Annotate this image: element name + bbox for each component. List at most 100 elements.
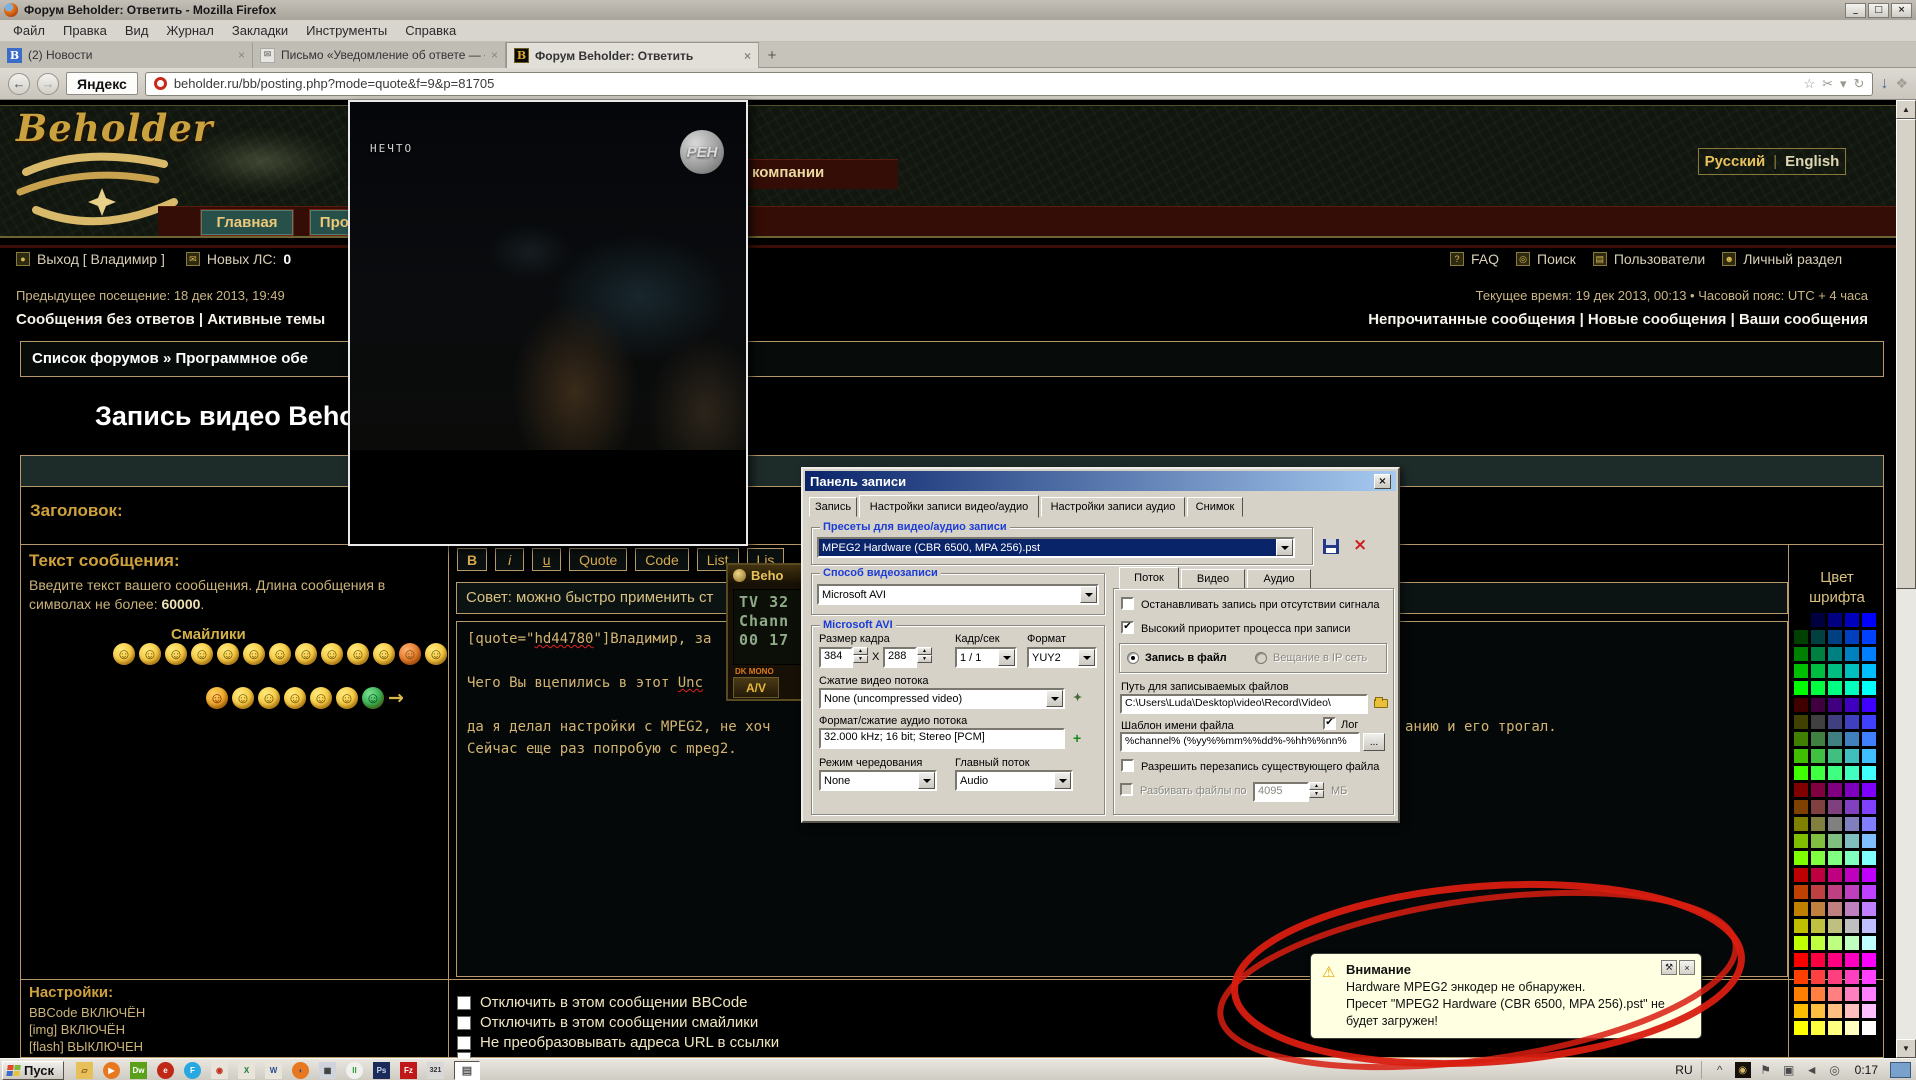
smiley-rolleyes[interactable]: ☺ xyxy=(373,643,395,665)
smiley-whistle[interactable]: ☺ xyxy=(284,687,306,709)
color-swatch[interactable] xyxy=(1811,664,1825,678)
color-swatch[interactable] xyxy=(1811,766,1825,780)
network-icon[interactable]: ▣ xyxy=(1781,1062,1797,1078)
color-swatch[interactable] xyxy=(1845,664,1859,678)
color-swatch[interactable] xyxy=(1794,902,1808,916)
video-compression-settings-icon[interactable]: ✦ xyxy=(1073,691,1082,704)
bookmark-star-icon[interactable]: ☆ xyxy=(1803,76,1815,92)
eye-app-icon[interactable]: ◉ xyxy=(211,1062,228,1079)
fps-combo[interactable]: 1 / 1 xyxy=(955,647,1017,668)
color-swatch[interactable] xyxy=(1828,936,1842,950)
color-swatch[interactable] xyxy=(1845,800,1859,814)
color-swatch[interactable] xyxy=(1794,630,1808,644)
color-swatch[interactable] xyxy=(1862,868,1876,882)
main-stream-combo[interactable]: Audio xyxy=(955,770,1073,791)
color-swatch[interactable] xyxy=(1794,885,1808,899)
smiley-evil[interactable]: ☺ xyxy=(425,643,447,665)
chevron-icon[interactable]: ^ xyxy=(1712,1062,1728,1078)
color-swatch[interactable] xyxy=(1845,766,1859,780)
tuner-av-button[interactable]: A/V xyxy=(733,677,779,698)
log-checkbox[interactable] xyxy=(1323,717,1336,730)
method-combo[interactable]: Microsoft AVI xyxy=(817,584,1099,605)
red-app-icon[interactable]: e xyxy=(157,1062,174,1079)
show-desktop-button[interactable] xyxy=(1890,1062,1911,1078)
color-swatch[interactable] xyxy=(1862,1004,1876,1018)
menu-item[interactable]: Правка xyxy=(54,21,116,40)
color-swatch[interactable] xyxy=(1811,834,1825,848)
color-swatch[interactable] xyxy=(1845,953,1859,967)
color-swatch[interactable] xyxy=(1862,953,1876,967)
color-swatch[interactable] xyxy=(1811,613,1825,627)
media-classic-icon[interactable]: 321 xyxy=(427,1062,444,1079)
color-swatch[interactable] xyxy=(1828,953,1842,967)
video-player-window[interactable]: НЕЧТО РЕН xyxy=(348,100,748,546)
smiley-cool[interactable]: ☺ xyxy=(347,643,369,665)
color-swatch[interactable] xyxy=(1794,987,1808,1001)
right-links[interactable]: Непрочитанные сообщения | Новые сообщени… xyxy=(1368,311,1868,328)
color-swatch[interactable] xyxy=(1811,851,1825,865)
pm-link[interactable]: Новых ЛС: xyxy=(207,251,276,267)
color-swatch[interactable] xyxy=(1828,902,1842,916)
dialog-close-button[interactable]: × xyxy=(1374,474,1391,489)
lang-english[interactable]: English xyxy=(1785,153,1839,170)
color-swatch[interactable] xyxy=(1794,919,1808,933)
color-swatch[interactable] xyxy=(1811,715,1825,729)
volume-icon[interactable]: ◄ xyxy=(1804,1062,1820,1078)
logout-link[interactable]: Выход [ Владимир ] xyxy=(37,251,165,267)
reader-icon[interactable]: ✂ xyxy=(1822,76,1833,92)
broadcast-ip-radio[interactable] xyxy=(1255,652,1267,664)
color-swatch[interactable] xyxy=(1794,953,1808,967)
checkbox-icon[interactable] xyxy=(457,1016,471,1030)
color-swatch[interactable] xyxy=(1794,817,1808,831)
arrow-smiley[interactable]: → xyxy=(388,687,404,709)
color-swatch[interactable] xyxy=(1794,834,1808,848)
split-size-field[interactable]: 4095 xyxy=(1253,782,1309,802)
color-swatch[interactable] xyxy=(1828,987,1842,1001)
color-swatch[interactable] xyxy=(1862,647,1876,661)
color-swatch[interactable] xyxy=(1862,834,1876,848)
color-swatch[interactable] xyxy=(1811,1004,1825,1018)
color-swatch[interactable] xyxy=(1828,715,1842,729)
color-swatch[interactable] xyxy=(1828,613,1842,627)
smiley-blush[interactable]: ☺ xyxy=(165,643,187,665)
page-scrollbar[interactable]: ▲ ▼ xyxy=(1896,100,1916,1058)
smiley-smile[interactable]: ☺ xyxy=(113,643,135,665)
color-swatch[interactable] xyxy=(1811,936,1825,950)
balloon-close-icon[interactable]: × xyxy=(1679,960,1695,975)
tab-record[interactable]: Запись xyxy=(809,497,857,517)
color-swatch[interactable] xyxy=(1862,749,1876,763)
format-combo[interactable]: YUY2 xyxy=(1027,647,1097,668)
smiley-eek[interactable]: ☺ xyxy=(269,643,291,665)
color-swatch[interactable] xyxy=(1828,970,1842,984)
color-swatch[interactable] xyxy=(1811,817,1825,831)
notepad-icon[interactable]: ▤ xyxy=(454,1061,480,1080)
color-swatch[interactable] xyxy=(1862,919,1876,933)
color-swatch[interactable] xyxy=(1811,987,1825,1001)
preset-combo-arrow[interactable] xyxy=(1276,539,1293,556)
maximize-button[interactable]: □ xyxy=(1868,3,1889,18)
color-swatch[interactable] xyxy=(1845,681,1859,695)
breadcrumb[interactable]: Список форумов » Программное обе xyxy=(20,341,1884,377)
lang-russian[interactable]: Русский xyxy=(1705,153,1766,170)
filename-template-field[interactable]: %channel% (%yy%%mm%%dd%-%hh%%nn% xyxy=(1120,732,1360,752)
record-path-field[interactable]: C:\Users\Luda\Desktop\video\Record\Video… xyxy=(1120,694,1368,714)
color-swatch[interactable] xyxy=(1862,1021,1876,1035)
color-swatch[interactable] xyxy=(1845,732,1859,746)
menu-item[interactable]: Файл xyxy=(4,21,54,40)
stop-on-no-signal-checkbox[interactable] xyxy=(1121,597,1134,610)
color-swatch[interactable] xyxy=(1794,970,1808,984)
color-swatch[interactable] xyxy=(1811,919,1825,933)
color-swatch[interactable] xyxy=(1845,783,1859,797)
url-field[interactable]: beholder.ru/bb/posting.php?mode=quote&f=… xyxy=(145,72,1874,96)
color-swatch[interactable] xyxy=(1862,970,1876,984)
audio-format-field[interactable]: 32.000 kHz; 16 bit; Stereo [PCM] xyxy=(819,728,1065,749)
new-tab-button[interactable]: + xyxy=(759,42,785,68)
color-swatch[interactable] xyxy=(1862,885,1876,899)
color-swatch[interactable] xyxy=(1794,664,1808,678)
color-swatch[interactable] xyxy=(1794,681,1808,695)
checkbox-icon[interactable] xyxy=(457,1036,471,1050)
color-swatch[interactable] xyxy=(1828,681,1842,695)
color-swatch[interactable] xyxy=(1845,936,1859,950)
dialog-titlebar[interactable]: Панель записи × xyxy=(805,471,1396,491)
color-swatch[interactable] xyxy=(1828,766,1842,780)
